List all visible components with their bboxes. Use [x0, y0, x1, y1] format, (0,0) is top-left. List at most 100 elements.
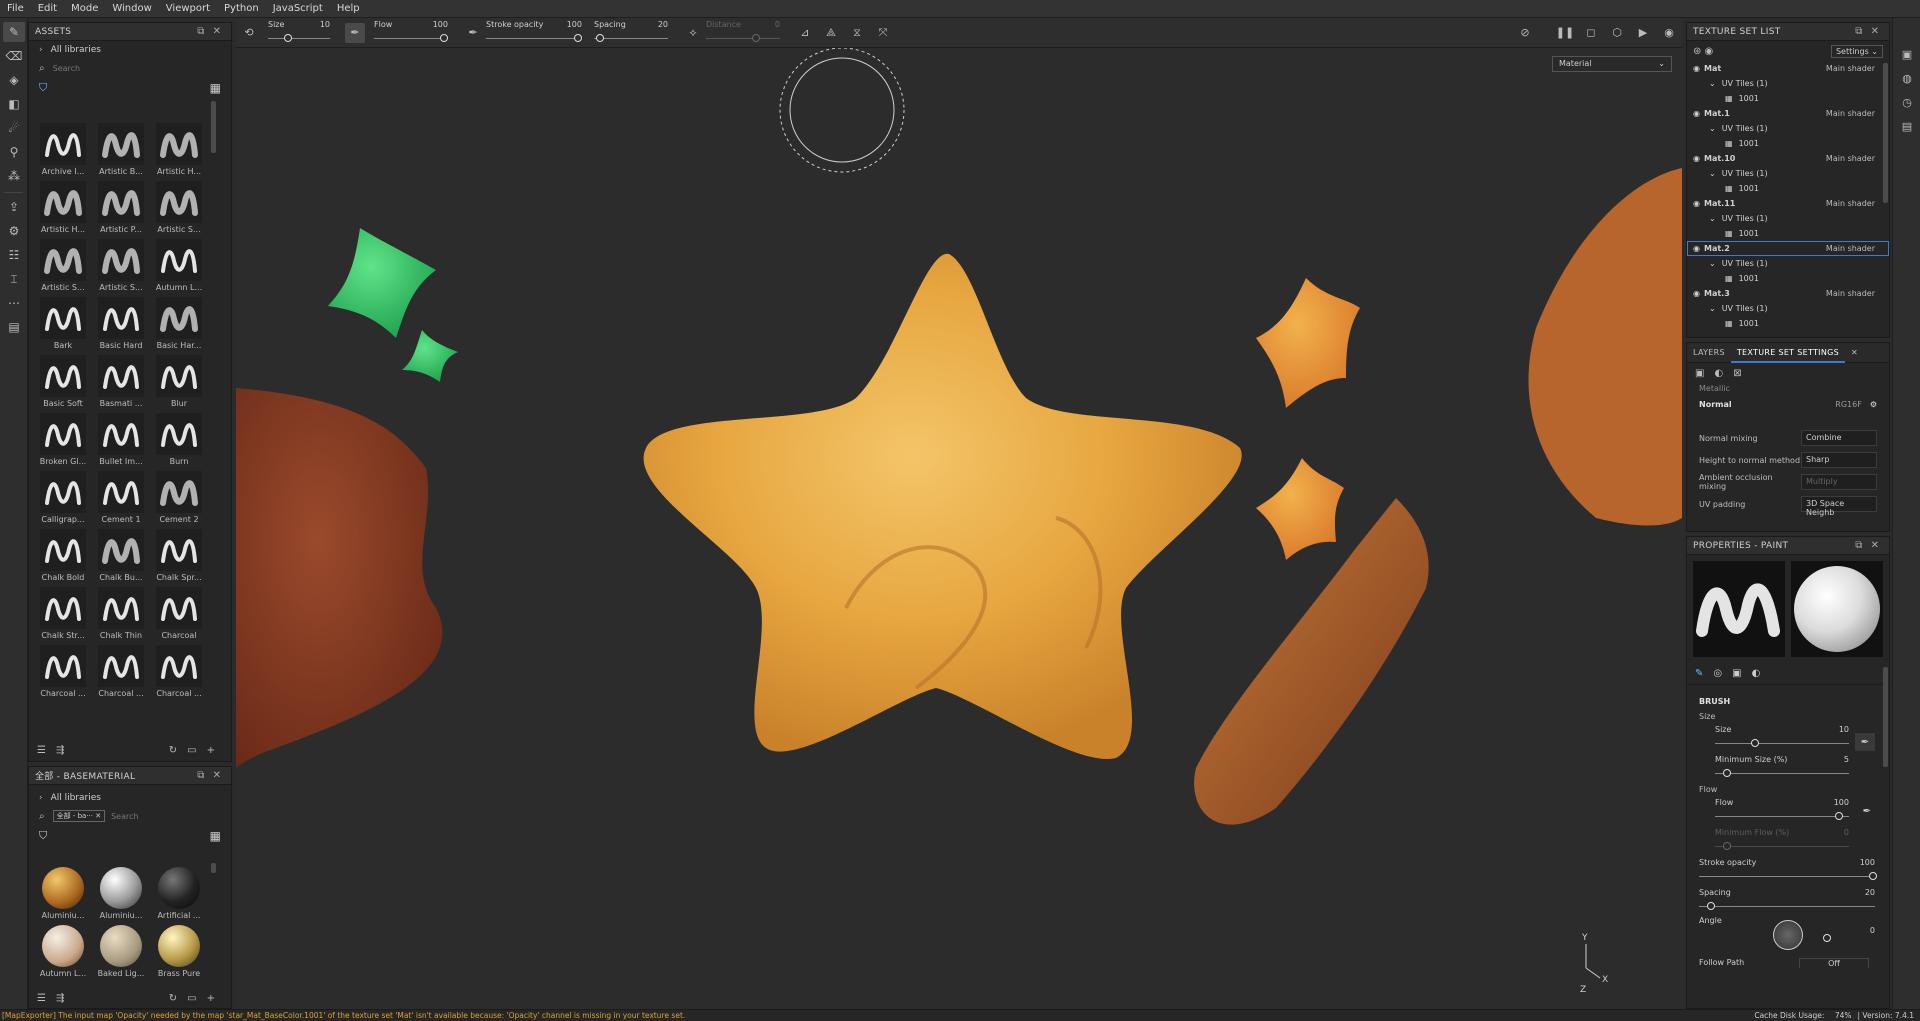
spacing-slider[interactable]: Spacing 20: [1699, 886, 1875, 916]
texture-set-scrollbar[interactable]: [1883, 63, 1888, 203]
eye-icon[interactable]: ◉: [1693, 289, 1700, 298]
settings-value-dropdown[interactable]: Multiply: [1801, 474, 1877, 490]
material-thumbnail[interactable]: Autumn L...: [37, 925, 89, 983]
brush-thumbnail[interactable]: Broken Gl...: [37, 413, 89, 471]
tab-texture-set-settings[interactable]: TEXTURE SET SETTINGS: [1730, 343, 1846, 363]
brush-thumbnail[interactable]: Basic Hard: [95, 297, 147, 355]
stencil-tab-icon[interactable]: ▣: [1732, 668, 1741, 679]
material-thumbnail[interactable]: Brass Pure: [153, 925, 205, 983]
slider-handle[interactable]: [596, 33, 604, 42]
shader-icon[interactable]: ◍: [1897, 68, 1917, 88]
brush-thumbnail[interactable]: Charcoal: [153, 587, 205, 645]
slider-handle[interactable]: [1723, 769, 1731, 777]
filter-chip[interactable]: 全部 - ba··· ✕: [52, 810, 106, 822]
eye-icon[interactable]: ◉: [1693, 199, 1700, 208]
projection-tool-icon[interactable]: ◈: [3, 70, 25, 90]
brush-thumbnail[interactable]: Bark: [37, 297, 89, 355]
shader-settings-icon[interactable]: ▤: [3, 317, 25, 337]
import-icon[interactable]: ⇶: [56, 745, 64, 756]
brush-thumbnail[interactable]: Chalk Bold: [37, 529, 89, 587]
menu-file[interactable]: File: [0, 3, 31, 14]
assets-scrollbar[interactable]: [211, 101, 216, 153]
grid-view-icon[interactable]: ▦: [210, 81, 221, 95]
brush-tab-icon[interactable]: ✎: [1695, 668, 1703, 679]
disabled-tool-icon[interactable]: ⋯: [3, 293, 25, 313]
uv-tiles-row[interactable]: ⌄ UV Tiles (1): [1687, 121, 1889, 136]
slider-handle[interactable]: [1707, 902, 1715, 910]
menu-python[interactable]: Python: [217, 3, 266, 14]
search-input[interactable]: Search: [53, 64, 80, 73]
toolbar-flow-slider[interactable]: Flow 100: [374, 18, 448, 48]
eye-icon[interactable]: ◉: [1693, 154, 1700, 163]
brush-thumbnail[interactable]: Bullet Im...: [95, 413, 147, 471]
uv-tiles-row[interactable]: ⌄ UV Tiles (1): [1687, 256, 1889, 271]
texture-set-list-icon[interactable]: ▣: [1897, 44, 1917, 64]
smudge-tool-icon[interactable]: ☄: [3, 118, 25, 138]
search-input[interactable]: Search: [111, 812, 138, 821]
minimum-flow-slider[interactable]: Minimum Flow (%) 0: [1715, 826, 1849, 856]
polygon-fill-tool-icon[interactable]: ◧: [3, 94, 25, 114]
pen-pressure-icon[interactable]: ✒: [1855, 733, 1875, 751]
pen-pressure-icon[interactable]: ✒: [463, 23, 483, 43]
list-settings-icon[interactable]: ☰: [37, 993, 46, 1004]
texture-set-row[interactable]: ◉ Mat.10 Main shader: [1687, 151, 1889, 166]
measure-icon[interactable]: ⌶: [3, 269, 25, 289]
uv-tile-row[interactable]: ▦ 1001: [1687, 136, 1889, 151]
size-slider[interactable]: Size 10 ✒: [1715, 723, 1875, 753]
lazy-distance-icon[interactable]: ⟡: [683, 23, 703, 43]
toolbar-opacity-slider[interactable]: Stroke opacity 100: [486, 18, 582, 48]
stroke-opacity-slider[interactable]: Stroke opacity 100: [1699, 856, 1877, 886]
view-2d-icon[interactable]: ◻: [1581, 23, 1601, 43]
brush-thumbnail[interactable]: Artistic B...: [95, 123, 147, 181]
brush-thumbnail[interactable]: Calligrap...: [37, 471, 89, 529]
list-settings-icon[interactable]: ☰: [37, 745, 46, 756]
gear-icon[interactable]: ⚙: [1870, 400, 1877, 409]
filter-icon[interactable]: ⛉: [39, 829, 47, 843]
brush-thumbnail[interactable]: Chalk Thin: [95, 587, 147, 645]
menu-help[interactable]: Help: [330, 3, 367, 14]
brush-thumbnail[interactable]: Basic Har...: [153, 297, 205, 355]
pause-icon[interactable]: ❚❚: [1555, 23, 1575, 43]
settings-dropdown[interactable]: Settings ⌄: [1830, 44, 1883, 58]
close-icon[interactable]: ✕: [1867, 540, 1883, 551]
material-sphere-preview[interactable]: [1791, 561, 1883, 657]
eraser-tool-icon[interactable]: ⌫: [3, 46, 25, 66]
color-picker-tool-icon[interactable]: ⁂: [3, 166, 25, 186]
brush-thumbnail[interactable]: Blur: [153, 355, 205, 413]
view-3d-icon[interactable]: ⬡: [1607, 23, 1627, 43]
brush-thumbnail[interactable]: Chalk Str...: [37, 587, 89, 645]
eye-icon[interactable]: ◉: [1693, 244, 1700, 253]
pen-pressure-icon[interactable]: ✒: [1863, 806, 1871, 817]
tab-layers[interactable]: LAYERS: [1687, 343, 1731, 363]
uv-tiles-row[interactable]: ⌄ UV Tiles (1): [1687, 301, 1889, 316]
brush-thumbnail[interactable]: Burn: [153, 413, 205, 471]
eye-icon[interactable]: ◉: [1693, 64, 1700, 73]
bake-icon[interactable]: ⚙: [3, 221, 25, 241]
menu-window[interactable]: Window: [105, 3, 158, 14]
folder-icon[interactable]: ▭: [187, 993, 196, 1004]
toolbar-size-slider[interactable]: Size 10: [268, 18, 330, 48]
alignment-icon[interactable]: ⊿: [795, 23, 815, 43]
log-icon[interactable]: ▤: [1897, 116, 1917, 136]
hide-icon[interactable]: ⊘: [1515, 23, 1535, 43]
material-thumbnail[interactable]: Baked Lig...: [95, 925, 147, 983]
basematerial-search[interactable]: ⌕ 全部 - ba··· ✕ Search: [29, 807, 231, 825]
add-icon[interactable]: +: [207, 745, 215, 756]
slider-handle[interactable]: [1723, 842, 1731, 850]
visibility-toggle-icon[interactable]: ⊛ ◉: [1693, 46, 1713, 57]
brush-thumbnail[interactable]: Basmati ...: [95, 355, 147, 413]
mirror-icon[interactable]: ⧖: [847, 23, 867, 43]
symmetry-icon[interactable]: ⟁: [821, 23, 841, 43]
uv-tiles-row[interactable]: ⌄ UV Tiles (1): [1687, 76, 1889, 91]
brush-thumbnail[interactable]: Autumn L...: [153, 239, 205, 297]
clone-tool-icon[interactable]: ⚲: [3, 142, 25, 162]
brush-thumbnail[interactable]: Artistic P...: [95, 181, 147, 239]
import-icon[interactable]: ⇶: [56, 993, 64, 1004]
close-icon[interactable]: ✕: [1867, 26, 1883, 37]
brush-thumbnail[interactable]: Artistic S...: [95, 239, 147, 297]
settings-value-dropdown[interactable]: Combine: [1801, 430, 1877, 446]
material-tab-icon[interactable]: ◐: [1752, 668, 1761, 679]
follow-path-select[interactable]: Off: [1799, 958, 1869, 968]
brush-thumbnail[interactable]: Archive I...: [37, 123, 89, 181]
texture-set-row[interactable]: ◉ Mat.3 Main shader: [1687, 286, 1889, 301]
